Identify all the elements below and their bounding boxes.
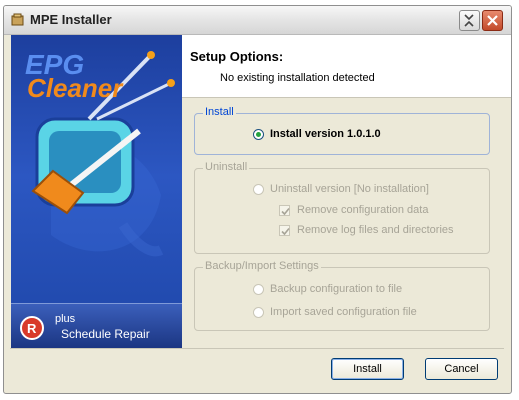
import-config-radio[interactable] — [253, 307, 264, 318]
schedule-repair-icon: R — [20, 316, 44, 340]
logo-cleaner-text: Cleaner — [27, 73, 123, 103]
plus-label: plus — [55, 313, 76, 325]
remove-config-checkbox[interactable] — [279, 205, 290, 216]
app-icon — [11, 13, 24, 26]
cancel-button[interactable]: Cancel — [425, 358, 498, 380]
footer-divider — [10, 348, 504, 349]
uninstall-version-radio[interactable] — [253, 184, 264, 195]
checkmark-icon — [281, 227, 290, 236]
install-version-radio[interactable] — [253, 129, 264, 140]
page-subtitle: No existing installation detected — [220, 72, 375, 84]
help-button[interactable] — [459, 10, 480, 31]
sidebar-banner: EPG Cleaner R plus Schedule Repair — [11, 35, 182, 349]
radio-selected-dot — [256, 132, 261, 137]
title-bar[interactable]: MPE Installer — [4, 6, 511, 35]
svg-text:R: R — [27, 321, 37, 336]
plus-product-name: Schedule Repair — [61, 327, 150, 341]
remove-logs-label[interactable]: Remove log files and directories — [297, 224, 454, 236]
close-icon — [487, 15, 498, 26]
install-version-label[interactable]: Install version 1.0.1.0 — [270, 128, 381, 140]
import-config-label[interactable]: Import saved configuration file — [270, 306, 417, 318]
uninstall-group: Uninstall Uninstall version [No installa… — [194, 161, 490, 254]
header-panel: Setup Options: No existing installation … — [182, 35, 511, 98]
uninstall-group-legend: Uninstall — [203, 161, 250, 173]
install-group-legend: Install — [203, 106, 236, 118]
remove-logs-checkbox[interactable] — [279, 225, 290, 236]
help-icon — [464, 14, 474, 27]
close-button[interactable] — [482, 10, 503, 31]
backup-config-radio[interactable] — [253, 284, 264, 295]
plus-schedule-repair: R plus Schedule Repair — [11, 303, 182, 349]
page-title: Setup Options: — [190, 49, 284, 64]
window-title: MPE Installer — [30, 12, 112, 27]
backup-config-label[interactable]: Backup configuration to file — [270, 283, 402, 295]
checkmark-icon — [281, 207, 290, 216]
install-button[interactable]: Install — [331, 358, 404, 380]
backup-group-legend: Backup/Import Settings — [203, 260, 321, 272]
remove-config-label[interactable]: Remove configuration data — [297, 204, 428, 216]
install-group: Install Install version 1.0.1.0 — [194, 106, 490, 155]
backup-import-group: Backup/Import Settings Backup configurat… — [194, 260, 490, 331]
uninstall-version-label[interactable]: Uninstall version [No installation] — [270, 183, 429, 195]
